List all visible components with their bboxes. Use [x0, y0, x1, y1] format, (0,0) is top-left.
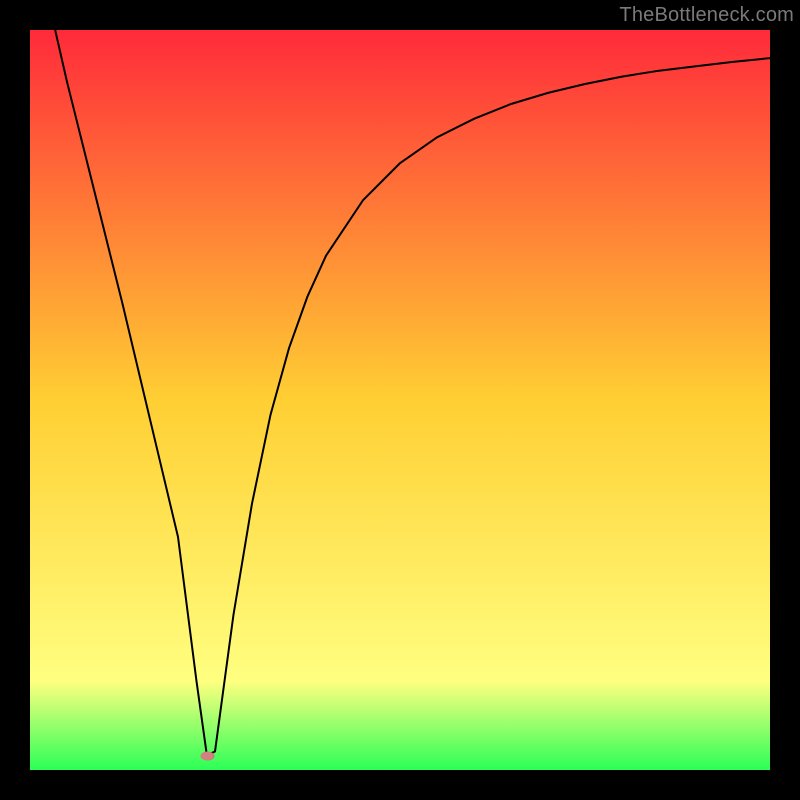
chart-frame: TheBottleneck.com [0, 0, 800, 800]
chart-svg [30, 30, 770, 770]
watermark-text: TheBottleneck.com [619, 4, 794, 27]
plot-area [30, 30, 770, 770]
gradient-background [30, 30, 770, 770]
marker-dot [201, 752, 214, 761]
